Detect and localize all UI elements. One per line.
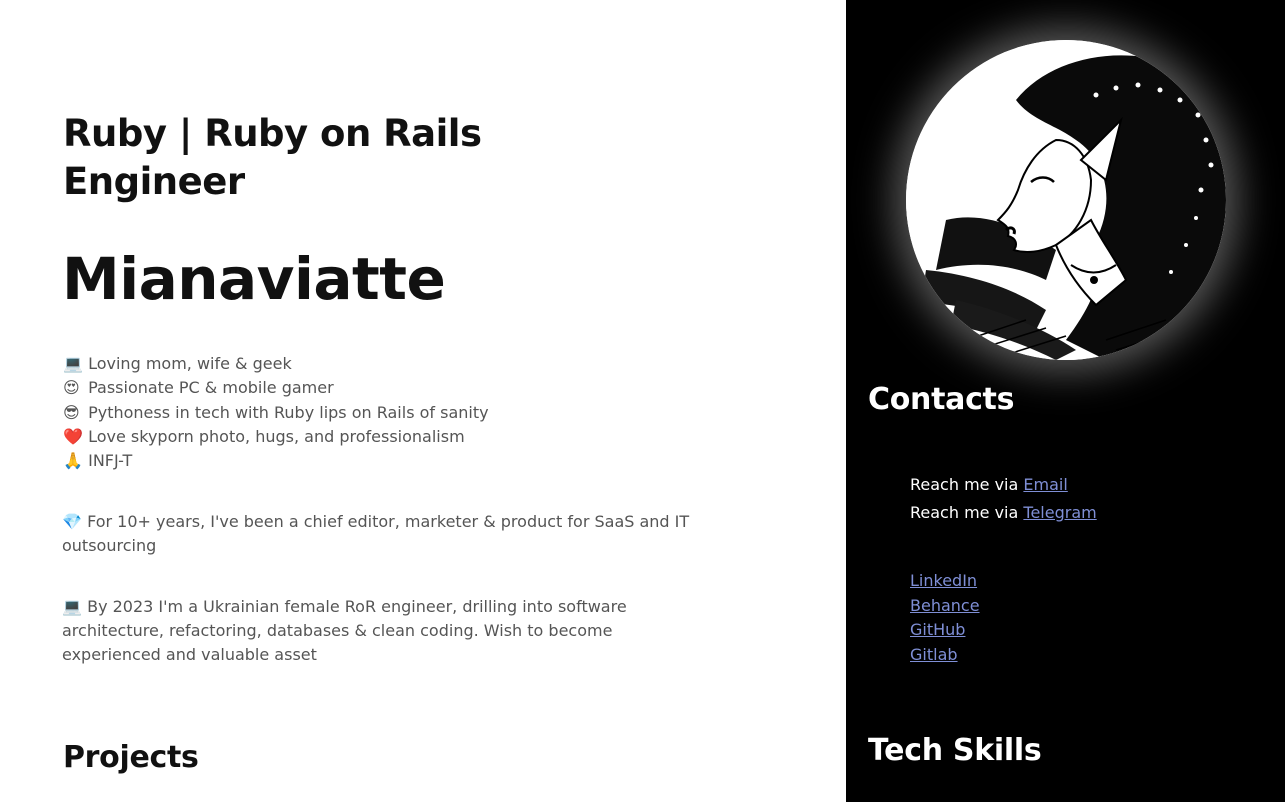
- bio-text: Loving mom, wife & geek: [88, 354, 292, 373]
- reach-prefix: Reach me via: [910, 503, 1024, 522]
- laptop-icon: 💻: [62, 597, 82, 616]
- page: Ruby | Ruby on Rails Engineer Mianaviatt…: [0, 0, 1285, 802]
- heart-eyes-icon: 😍: [63, 378, 80, 398]
- email-link[interactable]: Email: [1023, 475, 1067, 494]
- heart-icon: ❤️: [63, 426, 83, 446]
- social-item: Behance: [910, 594, 980, 619]
- name-title: Mianaviatte: [62, 245, 446, 313]
- bio-list: 💻 Loving mom, wife & geek 😍 Passionate P…: [63, 352, 489, 473]
- reach-item-telegram: Reach me via Telegram: [910, 499, 1097, 527]
- bio-item: 🙏 INFJ-T: [63, 449, 489, 473]
- social-item: Gitlab: [910, 643, 980, 668]
- tech-skills-title: Tech Skills: [868, 733, 1042, 768]
- social-item: GitHub: [910, 618, 980, 643]
- contacts-title: Contacts: [868, 382, 1015, 417]
- reach-list: Reach me via Email Reach me via Telegram: [910, 471, 1097, 527]
- bio-item: 💻 Loving mom, wife & geek: [63, 352, 489, 376]
- career-text: For 10+ years, I've been a chief editor,…: [62, 512, 690, 555]
- reach-prefix: Reach me via: [910, 475, 1024, 494]
- projects-title: Projects: [63, 740, 199, 775]
- laptop-icon: 💻: [63, 354, 83, 373]
- behance-link[interactable]: Behance: [910, 596, 980, 615]
- bio-item: ❤️ Love skyporn photo, hugs, and profess…: [63, 425, 489, 449]
- sidebar: Contacts Reach me via Email Reach me via…: [846, 0, 1285, 802]
- avatar: [906, 40, 1226, 360]
- role-title: Ruby | Ruby on Rails Engineer: [63, 112, 482, 203]
- social-links: LinkedIn Behance GitHub Gitlab: [910, 569, 980, 667]
- bio-text: INFJ-T: [88, 451, 133, 471]
- folded-hands-icon: 🙏: [63, 451, 83, 471]
- bio-item: 😎 Pythoness in tech with Ruby lips on Ra…: [63, 401, 489, 425]
- gem-icon: 💎: [62, 512, 82, 531]
- avatar-illustration: [906, 40, 1226, 360]
- bio-text: Passionate PC & mobile gamer: [88, 378, 334, 398]
- main-content: Ruby | Ruby on Rails Engineer Mianaviatt…: [0, 0, 846, 802]
- linkedin-link[interactable]: LinkedIn: [910, 571, 977, 590]
- telegram-link[interactable]: Telegram: [1023, 503, 1096, 522]
- engineer-text: By 2023 I'm a Ukrainian female RoR engin…: [62, 597, 627, 664]
- social-item: LinkedIn: [910, 569, 980, 594]
- bio-text: Love skyporn photo, hugs, and profession…: [88, 426, 465, 446]
- engineer-paragraph: 💻 By 2023 I'm a Ukrainian female RoR eng…: [62, 595, 702, 667]
- career-paragraph: 💎 For 10+ years, I've been a chief edito…: [62, 510, 702, 558]
- bio-text: Pythoness in tech with Ruby lips on Rail…: [88, 402, 489, 422]
- sunglasses-icon: 😎: [63, 402, 80, 422]
- bio-item: 😍 Passionate PC & mobile gamer: [63, 376, 489, 400]
- gitlab-link[interactable]: Gitlab: [910, 645, 958, 664]
- github-link[interactable]: GitHub: [910, 620, 965, 639]
- reach-item-email: Reach me via Email: [910, 471, 1097, 499]
